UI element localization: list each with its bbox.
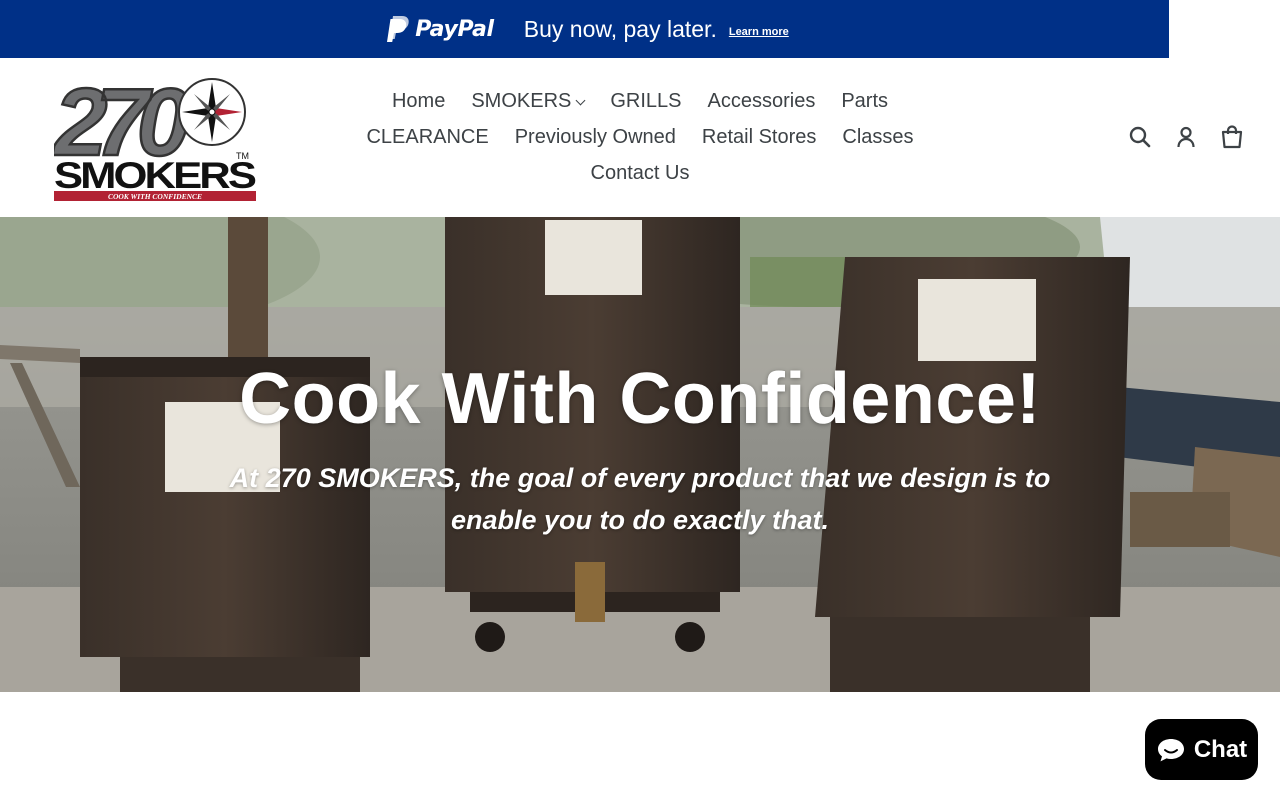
nav-parts[interactable]: Parts bbox=[841, 90, 888, 113]
nav-home[interactable]: Home bbox=[392, 90, 445, 113]
hero-subtitle: At 270 SMOKERS, the goal of every produc… bbox=[229, 463, 1051, 535]
logo-name: SMOKERS bbox=[54, 155, 256, 196]
nav-row-2: CLEARANCE Previously Owned Retail Stores… bbox=[340, 119, 940, 155]
compass-rose-icon bbox=[178, 78, 246, 146]
nav-row-1: Home SMOKERS GRILLS Accessories Parts bbox=[340, 83, 940, 119]
search-icon[interactable] bbox=[1128, 124, 1152, 150]
hero-title: Cook With Confidence! bbox=[239, 359, 1041, 439]
logo-tagline: COOK WITH CONFIDENCE bbox=[108, 192, 202, 201]
paypal-logo: PayPal bbox=[386, 15, 514, 43]
nav-smokers[interactable]: SMOKERS bbox=[471, 89, 586, 113]
paypal-wordmark: PayPal bbox=[415, 16, 494, 42]
270-smokers-logo[interactable]: 270 TM SMOKERS COOK WITH CONFIDENCE bbox=[54, 73, 256, 201]
nav-retail-stores[interactable]: Retail Stores bbox=[702, 126, 817, 149]
main-nav: Home SMOKERS GRILLS Accessories Parts CL… bbox=[340, 83, 940, 191]
nav-classes[interactable]: Classes bbox=[842, 126, 913, 149]
nav-grills[interactable]: GRILLS bbox=[610, 90, 681, 113]
chat-label: Chat bbox=[1193, 735, 1248, 763]
hero-content: Cook With Confidence! At 270 SMOKERS, th… bbox=[0, 363, 1280, 541]
account-icon[interactable] bbox=[1174, 124, 1198, 150]
nav-contact-us[interactable]: Contact Us bbox=[591, 162, 690, 185]
nav-accessories[interactable]: Accessories bbox=[708, 90, 816, 113]
hero-banner: Cook With Confidence! At 270 SMOKERS, th… bbox=[0, 217, 1280, 692]
chevron-down-icon bbox=[575, 95, 586, 105]
header-icons bbox=[1128, 124, 1244, 150]
cart-icon[interactable] bbox=[1220, 124, 1244, 150]
nav-previously-owned[interactable]: Previously Owned bbox=[515, 126, 676, 149]
nav-clearance[interactable]: CLEARANCE bbox=[366, 126, 488, 149]
nav-smokers-label: SMOKERS bbox=[471, 89, 572, 112]
paypal-learn-more-link[interactable]: Learn more bbox=[729, 26, 789, 38]
paypal-p-icon bbox=[387, 16, 409, 42]
nav-row-3: Contact Us bbox=[340, 155, 940, 191]
paypal-banner: PayPal Buy now, pay later. Learn more bbox=[0, 0, 1169, 58]
chat-button[interactable]: Chat bbox=[1145, 719, 1258, 780]
chat-bubble-icon bbox=[1157, 738, 1184, 761]
site-header: 270 TM SMOKERS COOK WITH CONFIDENCE Home… bbox=[0, 58, 1280, 217]
paypal-message: Buy now, pay later. bbox=[523, 15, 717, 42]
